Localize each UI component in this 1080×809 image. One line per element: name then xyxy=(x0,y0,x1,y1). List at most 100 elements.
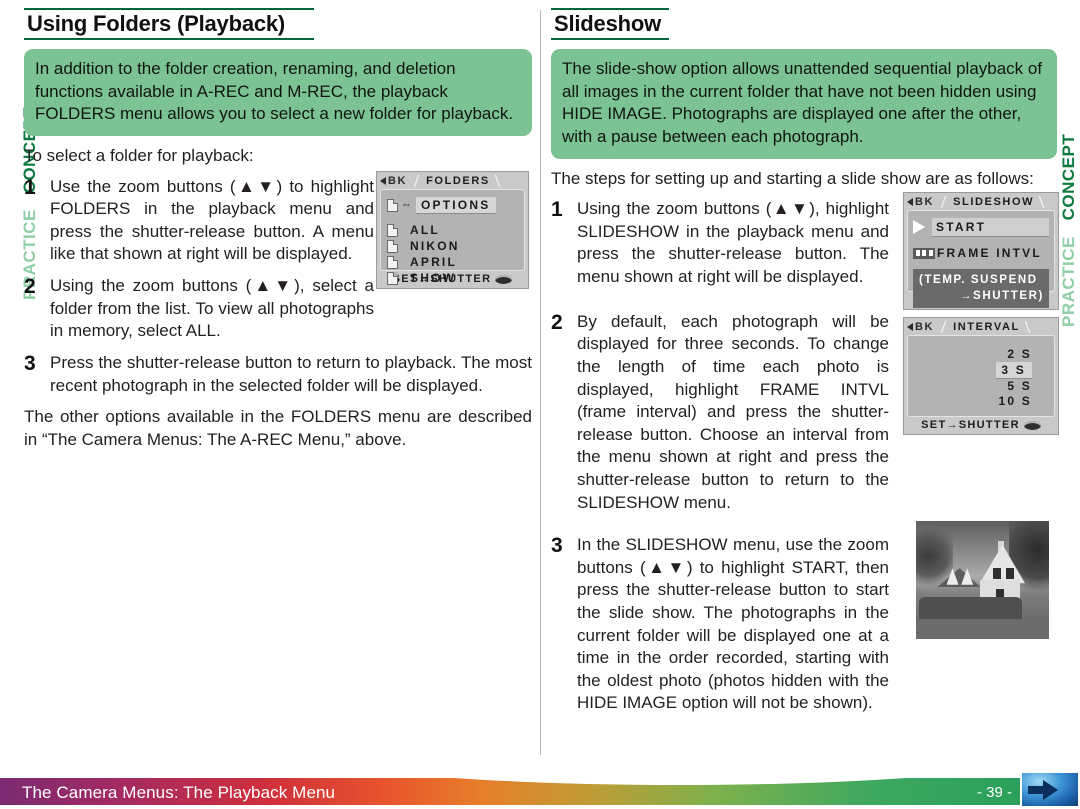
lcd-slideshow-start-label: START xyxy=(932,218,1049,236)
lcd-slideshow-title: SLIDESHOW xyxy=(941,196,1044,208)
right-callout-text: The slide-show option allows unattended … xyxy=(562,59,1043,147)
lcd-folders-item-nikon-label: NIKON xyxy=(410,239,460,253)
lcd-interval-item-10s[interactable]: 10 S xyxy=(908,394,1032,408)
lcd-slideshow-tabrow: BK SLIDESHOW xyxy=(904,193,1058,210)
page-title-slideshow: Slideshow xyxy=(554,11,661,36)
left-step-2-number: 2 xyxy=(24,275,36,299)
lcd-slideshow-screen: START FRAME INTVL (TEMP. SUSPEND →SHUTTE… xyxy=(907,210,1055,309)
right-step-3-text: In the SLIDESHOW menu, use the zoom butt… xyxy=(577,535,889,713)
left-step-3-text: Press the shutter-release button to retu… xyxy=(50,352,532,395)
footer-breadcrumb: The Camera Menus: The Playback Menu xyxy=(22,783,336,802)
lcd-interval-item-3s-label: 3 S xyxy=(996,362,1032,378)
lcd-folders-item-april-label: APRIL xyxy=(410,255,457,269)
lcd-slideshow-back[interactable]: BK xyxy=(904,196,934,208)
left-right-arrows-icon: ⇔ xyxy=(401,199,412,211)
left-callout-text: In addition to the folder creation, rena… xyxy=(35,59,514,124)
heading-rule-bottom xyxy=(551,38,669,41)
right-step-2-text: By default, each photograph will be disp… xyxy=(577,311,889,512)
lcd-folders-item-all-label: ALL xyxy=(410,223,440,237)
lcd-interval-item-3s[interactable]: 3 S xyxy=(908,362,1032,378)
lcd-folders-item-nikon[interactable]: NIKON xyxy=(387,239,518,253)
lcd-interval-menu: BK INTERVAL 2 S 3 S 5 S 10 S SET→SHUTTER xyxy=(903,317,1059,435)
back-arrow-icon xyxy=(907,197,913,206)
heading-rule-bottom xyxy=(24,38,314,41)
lcd-interval-tabrow: BK INTERVAL xyxy=(904,318,1058,335)
lcd-slideshow-note-line2: →SHUTTER) xyxy=(959,289,1044,302)
shutter-button-icon xyxy=(1023,420,1041,430)
lcd-folders-options-row[interactable]: ⇔ OPTIONS xyxy=(387,197,518,213)
lcd-interval-back-label: BK xyxy=(915,320,935,333)
left-step-3-number: 3 xyxy=(24,351,36,375)
lcd-folders-item-all[interactable]: ALL xyxy=(387,223,518,237)
lcd-interval-item-10s-label: 10 S xyxy=(998,394,1032,408)
right-step-3: 3 In the SLIDESHOW menu, use the zoom bu… xyxy=(551,534,889,715)
left-callout-box: In addition to the folder creation, rena… xyxy=(24,49,532,137)
lcd-folders-options-label: OPTIONS xyxy=(416,197,497,213)
photo-image xyxy=(916,521,1049,639)
lcd-folders-item-april[interactable]: APRIL xyxy=(387,255,518,269)
back-arrow-icon xyxy=(907,322,913,331)
lcd-folders-menu: BK FOLDERS ⇔ OPTIONS ALL NIKON APRIL SHO… xyxy=(376,171,529,289)
lcd-interval-item-2s-label: 2 S xyxy=(1007,347,1032,361)
lcd-interval-footer-label: SET→SHUTTER xyxy=(921,419,1020,431)
lcd-slideshow-note-line1: (TEMP. SUSPEND xyxy=(919,274,1038,286)
lcd-interval-back[interactable]: BK xyxy=(904,321,934,333)
lcd-interval-footer: SET→SHUTTER xyxy=(904,417,1058,433)
lcd-interval-item-2s[interactable]: 2 S xyxy=(908,347,1032,361)
lcd-slideshow-note: (TEMP. SUSPEND →SHUTTER) xyxy=(913,269,1049,309)
lcd-slideshow-frame-row[interactable]: FRAME INTVL xyxy=(913,246,1049,260)
right-step-1: 1 Using the zoom buttons (▲▼), highlight… xyxy=(551,198,889,288)
left-step-1-text: Use the zoom buttons (▲▼) to highlight F… xyxy=(50,176,374,264)
photo-lawn xyxy=(916,618,1049,639)
left-step-1: 1 Use the zoom buttons (▲▼) to highlight… xyxy=(24,176,374,266)
lcd-folders-tabrow: BK FOLDERS xyxy=(377,172,528,189)
right-step-1-number: 1 xyxy=(551,198,563,222)
frame-interval-icon xyxy=(913,247,935,259)
right-callout-box: The slide-show option allows unattended … xyxy=(551,49,1057,159)
lcd-folders-item-show-label: SHOW xyxy=(410,271,457,285)
left-step-3: 3 Press the shutter-release button to re… xyxy=(24,352,532,397)
right-step-1-text: Using the zoom buttons (▲▼), highlight S… xyxy=(577,199,889,287)
lcd-slideshow-menu: BK SLIDESHOW START FRAME INTVL (TEMP. SU… xyxy=(903,192,1059,310)
left-heading-block: Using Folders (Playback) xyxy=(24,8,532,41)
lcd-folders-title: FOLDERS xyxy=(414,175,500,187)
play-icon xyxy=(913,220,925,234)
lcd-folders-back[interactable]: BK xyxy=(377,175,407,187)
photo-window-upper-2 xyxy=(1006,568,1015,579)
folder-icon xyxy=(387,198,398,212)
page-number: - 39 - xyxy=(976,784,1012,801)
left-intro-text: To select a folder for playback: xyxy=(24,146,254,166)
right-step-2: 2 By default, each photograph will be di… xyxy=(551,311,889,514)
left-outro-text: The other options available in the FOLDE… xyxy=(24,407,532,449)
sidebar-right-word-practice: PRACTICE xyxy=(1059,236,1078,327)
page-title-using-folders: Using Folders (Playback) xyxy=(27,11,286,36)
right-intro-text: The steps for setting up and starting a … xyxy=(551,168,1034,188)
column-divider xyxy=(540,10,541,755)
photo-window-upper xyxy=(993,568,1002,579)
photo-hedge xyxy=(918,596,1023,621)
lcd-interval-item-5s[interactable]: 5 S xyxy=(908,379,1032,393)
lcd-slideshow-frame-label: FRAME INTVL xyxy=(937,246,1042,260)
folder-icon xyxy=(387,223,398,237)
folder-icon xyxy=(387,271,398,285)
left-step-1-number: 1 xyxy=(24,175,36,199)
right-step-2-number: 2 xyxy=(551,310,563,334)
lcd-folders-screen: ⇔ OPTIONS ALL NIKON APRIL SHOW xyxy=(380,189,525,285)
right-arrow-icon xyxy=(1027,779,1058,800)
lcd-slideshow-start-row[interactable]: START xyxy=(913,218,1049,236)
folder-icon xyxy=(387,255,398,269)
right-heading-block: Slideshow xyxy=(551,8,1057,41)
next-page-arrow-button[interactable] xyxy=(1022,773,1078,806)
sidebar-right-practice-concept: PRACTICE CONCEPT xyxy=(1057,55,1079,355)
left-step-2-text: Using the zoom buttons (▲▼), select a fo… xyxy=(50,276,374,341)
lcd-folders-item-show[interactable]: SHOW xyxy=(387,271,518,285)
lcd-interval-screen: 2 S 3 S 5 S 10 S xyxy=(907,335,1055,417)
lcd-slideshow-back-label: BK xyxy=(915,195,935,208)
back-arrow-icon xyxy=(380,176,386,185)
sample-photograph xyxy=(916,521,1049,639)
page-footer: The Camera Menus: The Playback Menu - 39… xyxy=(0,755,1080,809)
lcd-interval-title: INTERVAL xyxy=(941,321,1030,333)
manual-page: PRACTICE CONCEPT PRACTICE CONCEPT Using … xyxy=(0,0,1080,809)
right-step-3-number: 3 xyxy=(551,534,563,558)
lcd-folders-back-label: BK xyxy=(388,174,408,187)
